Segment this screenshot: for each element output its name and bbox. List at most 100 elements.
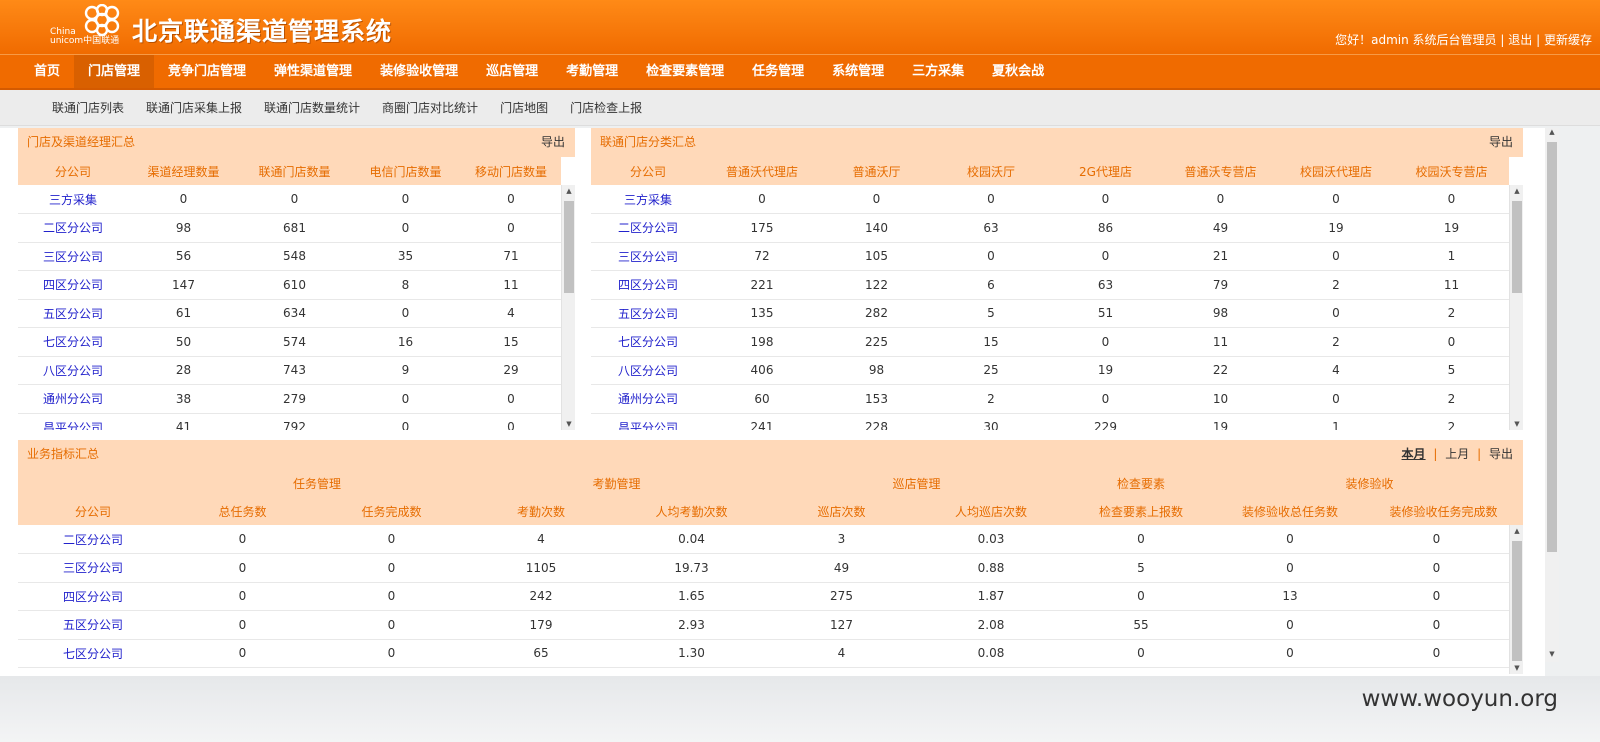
nav-item-store-management[interactable]: 门店管理 [74, 55, 155, 88]
table-cell: 0.08 [916, 639, 1066, 668]
nav-item-tasks[interactable]: 任务管理 [738, 55, 818, 88]
branch-link[interactable]: 二区分公司 [18, 213, 128, 243]
branch-link[interactable]: 三方采集 [591, 185, 705, 214]
table-cell: 681 [239, 213, 350, 243]
panel-business-kpi-summary: 业务指标汇总 本月 | 上月 | 导出 任务管理 考勤管理 巡店管理 检查要素 装修验收… [18, 440, 1524, 674]
scrollbar[interactable]: ▲ ▼ [561, 185, 575, 430]
table-cell: 16 [350, 327, 461, 357]
nav-item-attendance[interactable]: 考勤管理 [552, 55, 632, 88]
nav-item-campaign[interactable]: 夏秋会战 [978, 55, 1058, 88]
logout-link[interactable]: 退出 [1508, 33, 1532, 47]
branch-link[interactable]: 五区分公司 [18, 299, 128, 328]
table-cell: 19 [1048, 356, 1163, 385]
refresh-cache-link[interactable]: 更新缓存 [1544, 33, 1592, 47]
table-cell: 0 [350, 413, 461, 430]
scroll-thumb[interactable] [564, 201, 574, 293]
table-row: 通州分公司 38 279 0 0 [18, 384, 561, 414]
subnav-item-collection-report[interactable]: 联通门店采集上报 [138, 90, 250, 125]
branch-link[interactable]: 二区分公司 [18, 525, 168, 554]
branch-link[interactable]: 八区分公司 [18, 356, 128, 385]
sub-nav: 联通门店列表 联通门店采集上报 联通门店数量统计 商圈门店对比统计 门店地图 门… [0, 90, 1600, 126]
table-cell: 221 [705, 270, 819, 300]
table-cell: 60 [705, 384, 819, 414]
scroll-up-icon[interactable]: ▲ [1510, 525, 1523, 537]
scroll-down-icon[interactable]: ▼ [1510, 662, 1523, 674]
branch-link[interactable]: 三区分公司 [18, 553, 168, 583]
table-cell: 0 [128, 185, 239, 214]
table-row: 昌平分公司 41 792 0 0 [18, 413, 561, 430]
branch-link[interactable]: 昌平分公司 [591, 413, 705, 430]
panel-store-manager-summary: 门店及渠道经理汇总 导出 分公司 渠道经理数量 联通门店数量 电信门店数量 移动门店数量… [18, 128, 575, 430]
column-header: 任务完成数 [317, 497, 467, 525]
table-cell: 98 [1163, 299, 1278, 328]
branch-link[interactable]: 昌平分公司 [18, 413, 128, 430]
branch-link[interactable]: 七区分公司 [591, 327, 705, 357]
nav-item-store-patrol[interactable]: 巡店管理 [472, 55, 552, 88]
table-row: 通州分公司 60 153 2 0 10 0 2 [591, 384, 1509, 414]
table-body[interactable]: 三方采集 0 0 0 0 0 0 0 二区分公司 175 140 63 86 49 19 19 三区分公司 72 1… [591, 185, 1523, 430]
nav-item-inspection-items[interactable]: 检查要素管理 [632, 55, 738, 88]
branch-link[interactable]: 通州分公司 [591, 384, 705, 414]
table-cell: 0 [317, 639, 466, 668]
export-button[interactable]: 导出 [1489, 447, 1513, 461]
branch-link[interactable]: 四区分公司 [18, 582, 168, 611]
table-cell: 574 [239, 327, 350, 357]
scrollbar[interactable]: ▲ ▼ [1509, 185, 1523, 430]
branch-link[interactable]: 三区分公司 [591, 242, 705, 271]
page-scrollbar[interactable]: ▲ ▼ [1545, 128, 1559, 662]
table-cell: 30 [934, 413, 1048, 430]
export-button[interactable]: 导出 [541, 135, 565, 149]
scroll-down-icon[interactable]: ▼ [1545, 650, 1559, 662]
table-cell: 241 [705, 413, 819, 430]
scroll-thumb[interactable] [1512, 201, 1522, 293]
group-header: 任务管理 [168, 469, 467, 497]
unicom-logo: China unicom中国联通 [48, 4, 126, 48]
nav-item-flexible-channels[interactable]: 弹性渠道管理 [260, 55, 366, 88]
branch-link[interactable]: 二区分公司 [591, 213, 705, 243]
table-cell: 0 [1066, 525, 1216, 554]
scroll-thumb[interactable] [1512, 541, 1522, 661]
branch-link[interactable]: 五区分公司 [18, 610, 168, 640]
nav-item-third-party[interactable]: 三方采集 [898, 55, 978, 88]
this-month-button[interactable]: 本月 [1402, 447, 1426, 461]
branch-link[interactable]: 五区分公司 [591, 299, 705, 328]
table-cell: 175 [705, 213, 819, 243]
subnav-item-district-compare[interactable]: 商圈门店对比统计 [374, 90, 486, 125]
subnav-item-inspection-report[interactable]: 门店检查上报 [562, 90, 650, 125]
branch-link[interactable]: 三区分公司 [18, 242, 128, 271]
column-header: 联通门店数量 [239, 157, 350, 185]
table-body[interactable]: 三方采集 0 0 0 0 二区分公司 98 681 0 0 三区分公司 56 548 35 71 四区分公司 1… [18, 185, 575, 430]
table-cell: 548 [239, 242, 350, 271]
table-cell: 179 [466, 610, 616, 640]
subnav-item-store-map[interactable]: 门店地图 [492, 90, 556, 125]
scroll-down-icon[interactable]: ▼ [562, 418, 575, 430]
scroll-down-icon[interactable]: ▼ [1510, 418, 1523, 430]
nav-item-renovation-acceptance[interactable]: 装修验收管理 [366, 55, 472, 88]
branch-link[interactable]: 四区分公司 [591, 270, 705, 300]
separator: | [1500, 33, 1505, 47]
branch-link[interactable]: 四区分公司 [18, 270, 128, 300]
branch-link[interactable]: 八区分公司 [591, 356, 705, 385]
table-row: 八区分公司 28 743 9 29 [18, 356, 561, 385]
nav-item-competitor-stores[interactable]: 竞争门店管理 [154, 55, 260, 88]
scrollbar[interactable]: ▲ ▼ [1509, 525, 1523, 674]
table-cell: 105 [819, 242, 934, 271]
branch-link[interactable]: 通州分公司 [18, 384, 128, 414]
last-month-button[interactable]: 上月 [1445, 447, 1469, 461]
scroll-up-icon[interactable]: ▲ [1545, 128, 1559, 140]
export-button[interactable]: 导出 [1489, 135, 1513, 149]
nav-item-home[interactable]: 首页 [20, 55, 74, 88]
table-body[interactable]: 二区分公司 0 0 4 0.04 3 0.03 0 0 0 三区分公司 0 0 1105 19.73 49 0.… [18, 525, 1523, 674]
subnav-item-store-count-stats[interactable]: 联通门店数量统计 [256, 90, 368, 125]
branch-link[interactable]: 七区分公司 [18, 639, 168, 668]
scroll-thumb[interactable] [1547, 142, 1557, 552]
scroll-up-icon[interactable]: ▲ [562, 185, 575, 197]
branch-link[interactable]: 三方采集 [18, 185, 128, 214]
nav-item-system[interactable]: 系统管理 [818, 55, 898, 88]
subnav-item-store-list[interactable]: 联通门店列表 [44, 90, 132, 125]
table-cell: 2 [934, 384, 1048, 414]
table-cell: 1 [1278, 413, 1394, 430]
table-cell: 5 [934, 299, 1048, 328]
scroll-up-icon[interactable]: ▲ [1510, 185, 1523, 197]
branch-link[interactable]: 七区分公司 [18, 327, 128, 357]
